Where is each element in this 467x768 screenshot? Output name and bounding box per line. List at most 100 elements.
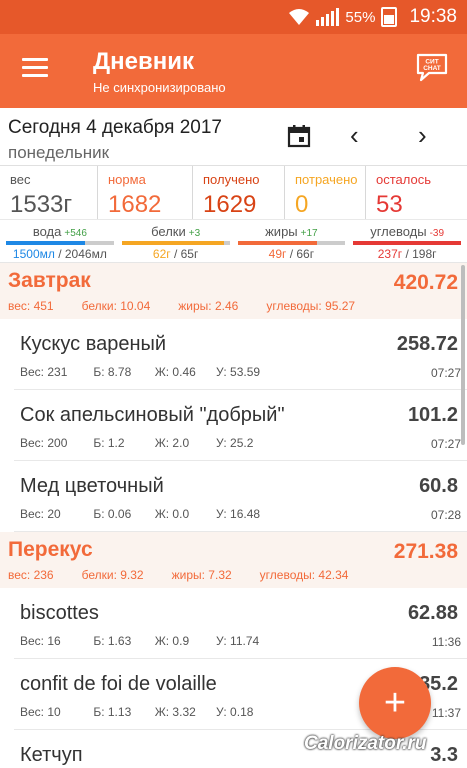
macro-value: 237г xyxy=(377,247,403,261)
macro-value: 49г xyxy=(268,247,287,261)
food-carbs: У: 0.18 xyxy=(216,705,254,719)
food-time: 11:36 xyxy=(431,635,461,649)
battery-icon xyxy=(381,7,398,27)
food-time: 07:27 xyxy=(430,366,461,380)
macro-3: углеводы -39 237г / 198г xyxy=(353,220,461,261)
status-bar: 55% 19:38 xyxy=(0,0,467,34)
food-name: Мед цветочный xyxy=(20,475,164,497)
meal-kcal: 271.38 xyxy=(393,540,458,563)
food-kcal: 258.72 xyxy=(396,333,458,355)
meal-kcal: 420.72 xyxy=(393,271,458,294)
weekday: понедельник xyxy=(8,143,110,162)
prev-day-button[interactable]: ‹ xyxy=(350,120,359,151)
wifi-icon xyxy=(289,9,310,25)
food-protein: Б: 0.06 xyxy=(93,507,132,521)
current-date[interactable]: Сегодня 4 декабря 2017 xyxy=(8,117,222,139)
macro-label: углеводы xyxy=(370,224,427,239)
food-weight: Вес: 231 xyxy=(20,365,68,379)
add-food-button[interactable]: + xyxy=(359,667,431,739)
stat-label: получено xyxy=(203,172,260,187)
food-fat: Ж: 2.0 xyxy=(154,436,190,450)
macro-delta: +546 xyxy=(64,228,87,239)
signal-icon xyxy=(316,8,340,26)
food-item[interactable]: biscottes 62.88 Вес: 16 Б: 1.63 Ж: 0.9 У… xyxy=(14,588,467,659)
stat-value: 1629 xyxy=(203,191,257,218)
food-carbs: У: 11.74 xyxy=(216,634,260,648)
food-weight: Вес: 20 xyxy=(20,507,61,521)
macro-label: белки xyxy=(151,224,186,239)
meal-name: Перекус xyxy=(8,538,93,561)
date-bar: Сегодня 4 декабря 2017 понедельник ‹ › xyxy=(0,108,467,166)
clock: 19:38 xyxy=(409,6,457,27)
page-title: Дневник xyxy=(93,48,194,75)
food-kcal: 60.8 xyxy=(419,475,458,497)
stat-0: вес 1533г xyxy=(0,166,97,219)
macro-total: / 198г xyxy=(402,247,437,261)
menu-icon[interactable] xyxy=(22,58,48,78)
food-weight: Вес: 200 xyxy=(20,436,68,450)
macros-row: вода +546 1500мл / 2046мл белки +3 62г / 65… xyxy=(0,220,467,261)
stat-4: осталось 53 xyxy=(365,166,467,219)
food-item[interactable]: Мед цветочный 60.8 Вес: 20 Б: 0.06 Ж: 0.… xyxy=(14,461,467,532)
macro-1: белки +3 62г / 65г xyxy=(121,220,230,261)
food-carbs: У: 16.48 xyxy=(216,507,261,521)
macro-label: жиры xyxy=(265,224,298,239)
food-time: 11:37 xyxy=(431,706,461,720)
macro-2: жиры +17 49г / 66г xyxy=(237,220,346,261)
macro-total: / 2046мл xyxy=(54,247,107,261)
meal-fat: жиры: 2.46 xyxy=(178,299,239,313)
stats-row: вес 1533г норма 1682 получено 1629 потрачен… xyxy=(0,166,467,220)
food-fat: Ж: 0.9 xyxy=(154,634,190,648)
watermark: Calorizator.ru xyxy=(304,733,427,754)
meal-header[interactable]: Завтрак 420.72 вес: 451 белки: 10.04 жир… xyxy=(0,263,467,319)
meal-header[interactable]: Перекус 271.38 вес: 236 белки: 9.32 жиры… xyxy=(0,532,467,588)
food-fat: Ж: 0.0 xyxy=(154,507,190,521)
food-carbs: У: 53.59 xyxy=(216,365,261,379)
stat-3: потрачено 0 xyxy=(284,166,365,219)
food-kcal: 3.3 xyxy=(430,744,458,766)
scrollbar[interactable] xyxy=(461,265,465,445)
meal-weight: вес: 236 xyxy=(8,568,54,582)
food-carbs: У: 25.2 xyxy=(216,436,254,450)
stat-2: получено 1629 xyxy=(192,166,284,219)
food-time: 07:27 xyxy=(430,437,461,451)
meal-protein: белки: 10.04 xyxy=(81,299,151,313)
food-name: Кетчуп xyxy=(20,744,83,766)
svg-text:CHAT: CHAT xyxy=(423,65,441,72)
macro-delta: +17 xyxy=(300,228,318,239)
food-kcal: 101.2 xyxy=(407,404,458,426)
stat-value: 1682 xyxy=(108,191,162,218)
meal-fat: жиры: 7.32 xyxy=(171,568,232,582)
food-item[interactable]: Сок апельсиновый "добрый" 101.2 Вес: 200… xyxy=(14,390,467,461)
macro-total: / 65г xyxy=(170,247,199,261)
food-time: 07:28 xyxy=(430,508,461,522)
macro-total: / 66г xyxy=(286,247,315,261)
screen: 55% 19:38 Дневник Не синхронизировано СИ… xyxy=(0,0,467,768)
battery-percent: 55% xyxy=(345,8,376,26)
macro-0: вода +546 1500мл / 2046мл xyxy=(6,220,114,261)
stat-label: осталось xyxy=(376,172,432,187)
stat-value: 1533г xyxy=(10,191,73,218)
app-bar: Дневник Не синхронизировано СИТ CHAT xyxy=(0,34,467,108)
stat-value: 53 xyxy=(376,191,403,218)
macro-value: 1500мл xyxy=(12,247,55,261)
macro-delta: -39 xyxy=(429,228,445,239)
stat-label: вес xyxy=(10,172,31,187)
sync-status: Не синхронизировано xyxy=(93,80,226,95)
stat-label: норма xyxy=(108,172,146,187)
stat-value: 0 xyxy=(295,191,309,218)
next-day-button[interactable]: › xyxy=(418,120,427,151)
food-protein: Б: 8.78 xyxy=(93,365,132,379)
meal-protein: белки: 9.32 xyxy=(81,568,144,582)
food-weight: Вес: 16 xyxy=(20,634,61,648)
food-protein: Б: 1.63 xyxy=(93,634,132,648)
macro-progress xyxy=(6,241,114,245)
macro-progress xyxy=(237,241,346,245)
food-name: confit de foi de volaille xyxy=(20,673,217,695)
food-item[interactable]: Кускус вареный 258.72 Вес: 231 Б: 8.78 Ж… xyxy=(14,319,467,390)
calendar-icon[interactable] xyxy=(287,124,311,148)
meal-carbs: углеводы: 42.34 xyxy=(259,568,349,582)
chat-icon[interactable]: СИТ CHAT xyxy=(415,52,449,82)
food-name: Сок апельсиновый "добрый" xyxy=(20,404,285,426)
food-name: biscottes xyxy=(20,602,99,624)
